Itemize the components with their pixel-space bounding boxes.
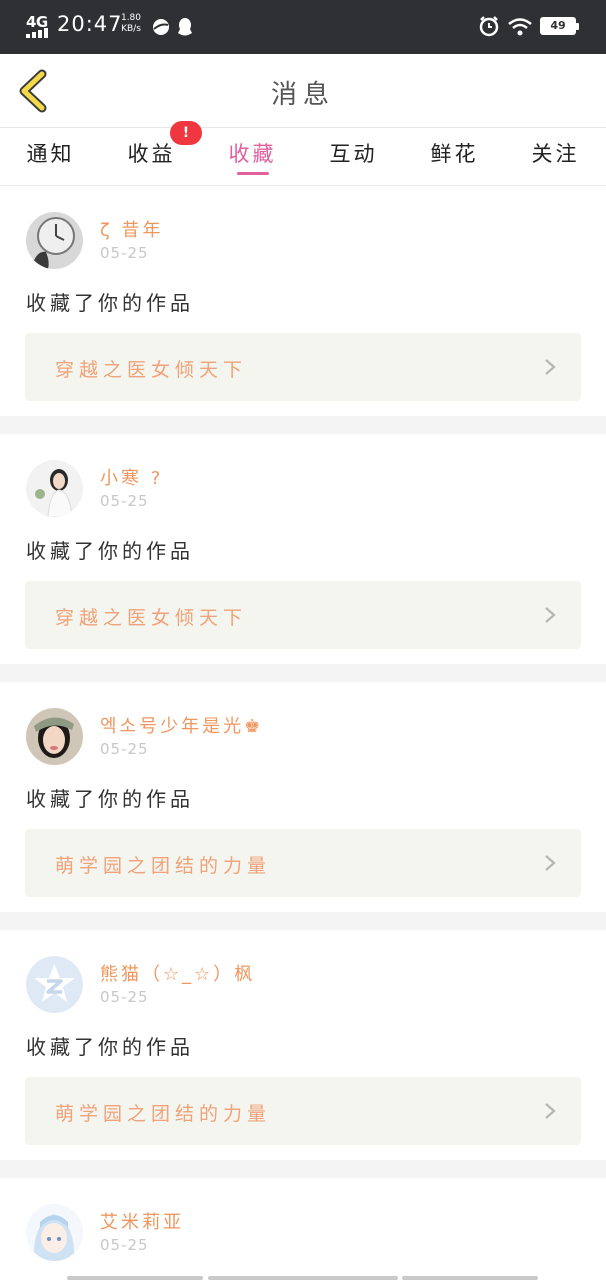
message-action: 收藏了你的作品 xyxy=(26,539,194,563)
app-header: 消息 xyxy=(0,54,606,128)
chevron-right-icon xyxy=(545,607,556,623)
username[interactable]: ζ 昔年 xyxy=(100,216,164,242)
list-item[interactable]: ζ 昔年 05-25 收藏了你的作品 穿越之医女倾天下 xyxy=(0,186,606,416)
chevron-right-icon xyxy=(545,1103,556,1119)
tab-bar: 通知 收益 收藏 互动 鲜花 关注 xyxy=(0,128,606,186)
status-bar: 4G 20:47 1.80 KB/s 49 xyxy=(0,0,606,54)
message-action: 收藏了你的作品 xyxy=(26,787,194,811)
message-action: 收藏了你的作品 xyxy=(26,291,194,315)
message-date: 05-25 xyxy=(100,740,149,758)
avatar[interactable] xyxy=(26,460,83,517)
speed-value: 1.80 xyxy=(120,13,142,23)
signal-icon xyxy=(26,28,48,38)
avatar[interactable] xyxy=(26,212,83,269)
alarm-icon xyxy=(479,16,499,37)
list-item[interactable]: 엑소号少年是光♚ 05-25 收藏了你的作品 萌学园之团结的力量 xyxy=(0,682,606,912)
message-date: 05-25 xyxy=(100,988,149,1006)
default-z-avatar-icon xyxy=(26,956,83,1013)
browser-icon xyxy=(153,19,169,35)
username[interactable]: 엑소号少年是光♚ xyxy=(100,712,263,738)
tab-notifications[interactable]: 通知 xyxy=(0,138,101,168)
message-action: 收藏了你的作品 xyxy=(26,1035,194,1059)
avatar[interactable] xyxy=(26,1204,83,1261)
income-badge: ! xyxy=(170,121,202,145)
username[interactable]: 小寒 ? xyxy=(100,464,163,490)
tab-favorites[interactable]: 收藏 xyxy=(202,138,303,168)
tab-interactions[interactable]: 互动 xyxy=(303,138,404,168)
work-link[interactable]: 穿越之医女倾天下 xyxy=(25,333,581,401)
tab-follows[interactable]: 关注 xyxy=(505,138,606,168)
speed-unit: KB/s xyxy=(121,24,141,34)
list-item[interactable]: 艾米莉亚 05-25 xyxy=(0,1178,606,1280)
username[interactable]: 艾米莉亚 xyxy=(100,1208,184,1234)
active-tab-indicator xyxy=(237,172,269,175)
work-link[interactable]: 萌学园之团结的力量 xyxy=(25,829,581,897)
girl-cap-avatar-icon xyxy=(26,708,83,765)
work-title: 穿越之医女倾天下 xyxy=(55,359,248,381)
message-date: 05-25 xyxy=(100,492,149,510)
wifi-icon xyxy=(508,18,532,36)
battery-icon: 49 xyxy=(540,17,579,35)
chevron-right-icon xyxy=(545,855,556,871)
work-title: 萌学园之团结的力量 xyxy=(55,1103,272,1125)
scroll-indicator xyxy=(67,1276,203,1280)
work-link[interactable]: 萌学园之团结的力量 xyxy=(25,1077,581,1145)
message-date: 05-25 xyxy=(100,244,149,262)
list-item[interactable]: 小寒 ? 05-25 收藏了你的作品 穿越之医女倾天下 xyxy=(0,434,606,664)
work-title: 萌学园之团结的力量 xyxy=(55,855,272,877)
tab-flowers[interactable]: 鲜花 xyxy=(404,138,505,168)
scroll-indicator xyxy=(402,1276,538,1280)
list-item[interactable]: 熊猫（☆_☆）枫 05-25 收藏了你的作品 萌学园之团结的力量 xyxy=(0,930,606,1160)
anime-avatar-icon xyxy=(26,1204,83,1261)
username[interactable]: 熊猫（☆_☆）枫 xyxy=(100,960,255,986)
chevron-right-icon xyxy=(545,359,556,375)
message-date: 05-25 xyxy=(100,1236,149,1254)
qq-icon xyxy=(178,18,192,36)
work-link[interactable]: 穿越之医女倾天下 xyxy=(25,581,581,649)
battery-level: 49 xyxy=(550,19,566,32)
clock-time: 20:47 xyxy=(57,12,123,36)
work-title: 穿越之医女倾天下 xyxy=(55,607,248,629)
avatar[interactable] xyxy=(26,956,83,1013)
network-speed: 1.80 KB/s xyxy=(118,13,144,35)
clock-photo-avatar-icon xyxy=(26,212,83,269)
scroll-indicator xyxy=(208,1276,398,1280)
girl-photo-avatar-icon xyxy=(26,460,83,517)
avatar[interactable] xyxy=(26,708,83,765)
page-title: 消息 xyxy=(270,80,335,110)
